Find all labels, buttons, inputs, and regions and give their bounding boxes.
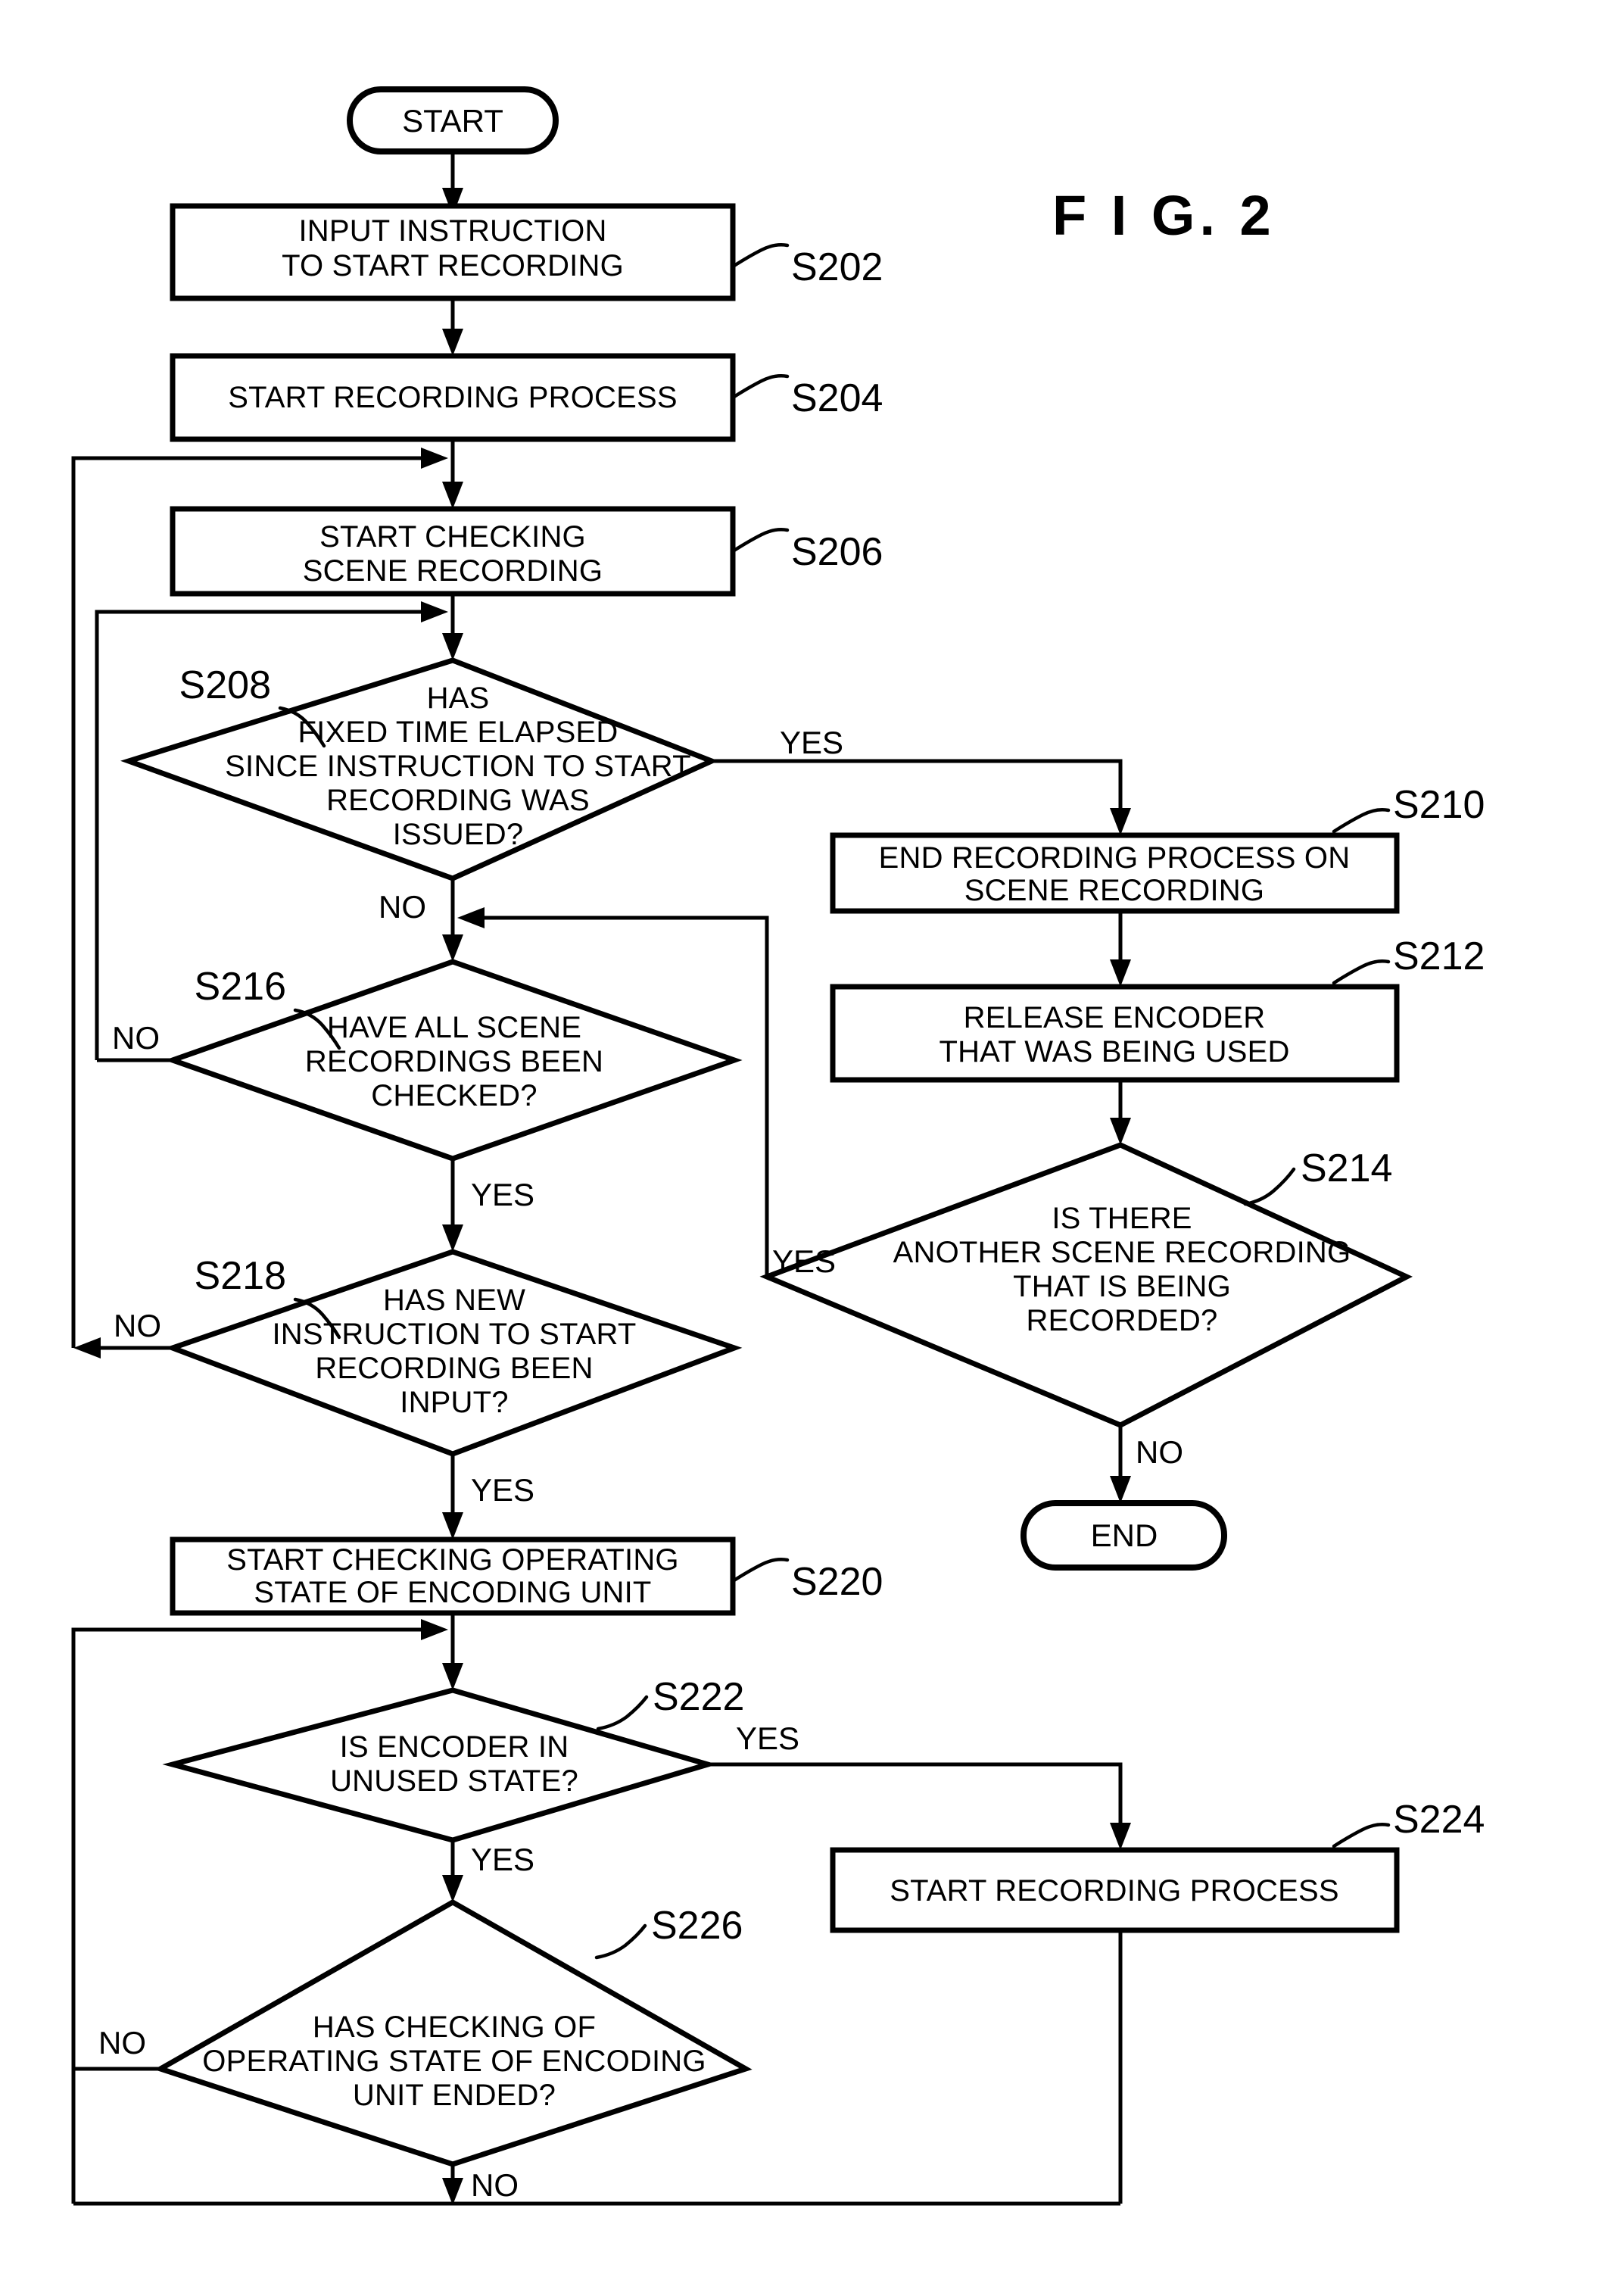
node-s218-line-4: INPUT? <box>400 1386 508 1419</box>
branch-label-s216-no: NO <box>112 1020 160 1056</box>
arrowhead-s222-down <box>442 1875 463 1902</box>
node-s214-line-1: IS THERE <box>1052 1202 1192 1235</box>
arrowhead-s212-to-s214 <box>1110 1118 1131 1145</box>
node-s202-line-2: TO START RECORDING <box>282 249 624 282</box>
step-ref-s216: S216 <box>195 965 286 1009</box>
leader-s226 <box>594 1923 647 1960</box>
node-s212-line-2: THAT WAS BEING USED <box>939 1035 1289 1068</box>
branch-label-s216-yes: YES <box>471 1177 534 1212</box>
node-s226-line-1: HAS CHECKING OF <box>313 2011 596 2044</box>
node-start-label: START <box>402 103 503 139</box>
arrowhead-s206-to-s208 <box>442 633 463 660</box>
node-s216-line-1: HAVE ALL SCENE <box>327 1011 581 1044</box>
leader-s202 <box>731 243 790 269</box>
arrowhead-feedback-outer <box>421 448 448 469</box>
node-s226-line-2: OPERATING STATE OF ENCODING <box>202 2045 706 2078</box>
node-s202-line-1: INPUT INSTRUCTION <box>298 214 606 248</box>
step-ref-s210: S210 <box>1393 783 1485 827</box>
node-s208-line-1: HAS <box>427 682 490 715</box>
flowchart-diagram: START INPUT INSTRUCTION TO START RECORDI… <box>71 86 1485 2206</box>
branch-label-s208-yes: YES <box>780 725 843 760</box>
arrowhead-s214-no <box>1110 1476 1131 1503</box>
leader-s204 <box>731 374 790 400</box>
arrowhead-s204-to-s206 <box>442 482 463 509</box>
arrowhead-s218-yes <box>442 1512 463 1540</box>
step-ref-s214: S214 <box>1301 1146 1392 1190</box>
step-ref-s226: S226 <box>651 1904 743 1948</box>
node-s206-line-1: START CHECKING <box>319 520 586 554</box>
node-s220-line-2: STATE OF ENCODING UNIT <box>254 1576 651 1609</box>
node-s208-line-4: RECORDING WAS <box>326 784 590 817</box>
step-ref-s206: S206 <box>791 530 883 574</box>
node-s214-line-4: RECORDED? <box>1027 1304 1218 1337</box>
leader-s222 <box>596 1695 649 1731</box>
step-ref-s208: S208 <box>179 663 271 707</box>
leader-s210 <box>1332 808 1391 834</box>
node-s208-line-2: FIXED TIME ELAPSED <box>298 716 619 749</box>
step-ref-s220: S220 <box>791 1560 883 1604</box>
branch-label-s218-yes: YES <box>471 1472 534 1508</box>
node-s222-line-2: UNUSED STATE? <box>330 1764 578 1798</box>
branch-label-s214-no: NO <box>1136 1434 1183 1470</box>
step-ref-s218: S218 <box>195 1254 286 1298</box>
arrowhead-s222-yes <box>1110 1823 1131 1850</box>
node-s212-line-1: RELEASE ENCODER <box>964 1001 1266 1034</box>
leader-s212 <box>1332 959 1391 985</box>
arrowhead-s208-yes <box>1110 808 1131 835</box>
arrowhead-s216-yes <box>442 1224 463 1252</box>
arrowhead-s208-no <box>442 934 463 962</box>
patent-figure-page: START INPUT INSTRUCTION TO START RECORDI… <box>0 0 1611 2296</box>
leader-s214 <box>1243 1167 1296 1206</box>
step-ref-s222: S222 <box>653 1675 744 1719</box>
node-s206-line-2: SCENE RECORDING <box>303 554 603 588</box>
branch-label-s214-yes: YES <box>772 1243 836 1279</box>
arrowhead-feedback-inner <box>421 601 448 622</box>
node-s218-line-1: HAS NEW <box>383 1284 525 1317</box>
step-ref-s212: S212 <box>1393 934 1485 978</box>
arrowhead-s214-yes-feedback <box>457 907 485 928</box>
page-title: F I G. 2 <box>1052 184 1276 247</box>
step-ref-s204: S204 <box>791 376 883 420</box>
branch-label-s226-no-left: NO <box>98 2025 146 2060</box>
node-s214-line-3: THAT IS BEING <box>1013 1270 1231 1303</box>
branch-label-s222-down-yes: YES <box>471 1842 534 1877</box>
node-s218-line-2: INSTRUCTION TO START <box>272 1318 636 1351</box>
node-s218-line-3: RECORDING BEEN <box>315 1352 593 1385</box>
leader-s220 <box>731 1558 790 1583</box>
step-ref-s202: S202 <box>791 245 883 289</box>
node-s208-line-3: SINCE INSTRUCTION TO START <box>225 750 691 783</box>
node-s204-line-1: START RECORDING PROCESS <box>228 381 678 414</box>
node-s220-line-1: START CHECKING OPERATING <box>226 1543 678 1577</box>
node-s210-line-2: SCENE RECORDING <box>964 874 1264 907</box>
node-s222-line-1: IS ENCODER IN <box>340 1730 569 1764</box>
arrowhead-s220-to-s222 <box>442 1663 463 1690</box>
arrowhead-bottom-feedback <box>421 1619 448 1640</box>
node-s216-line-3: CHECKED? <box>371 1079 537 1112</box>
node-s210-line-1: END RECORDING PROCESS ON <box>879 841 1351 875</box>
leader-s206 <box>731 528 790 554</box>
branch-label-s226-no-down: NO <box>471 2167 519 2203</box>
arrowhead-s226-no-down <box>442 2178 463 2205</box>
node-s208-line-5: ISSUED? <box>393 818 524 851</box>
branch-label-s222-yes: YES <box>736 1720 799 1756</box>
node-s216-line-2: RECORDINGS BEEN <box>305 1045 603 1078</box>
step-ref-s224: S224 <box>1393 1798 1485 1842</box>
node-end-label: END <box>1091 1518 1158 1553</box>
branch-label-s208-no: NO <box>379 889 426 925</box>
arrowhead-s210-to-s212 <box>1110 959 1131 987</box>
arrowhead-s202-to-s204 <box>442 329 463 356</box>
leader-s224 <box>1332 1823 1391 1848</box>
branch-label-s218-no: NO <box>114 1308 161 1343</box>
arrowhead-s218-no <box>73 1337 101 1359</box>
node-s214-line-2: ANOTHER SCENE RECORDING <box>893 1236 1351 1269</box>
edge-s208-yes-to-s210 <box>712 759 1123 818</box>
edge-s222-yes-to-s224 <box>708 1762 1123 1833</box>
node-s226-line-3: UNIT ENDED? <box>353 2079 556 2112</box>
node-s224-line-1: START RECORDING PROCESS <box>890 1874 1339 1908</box>
